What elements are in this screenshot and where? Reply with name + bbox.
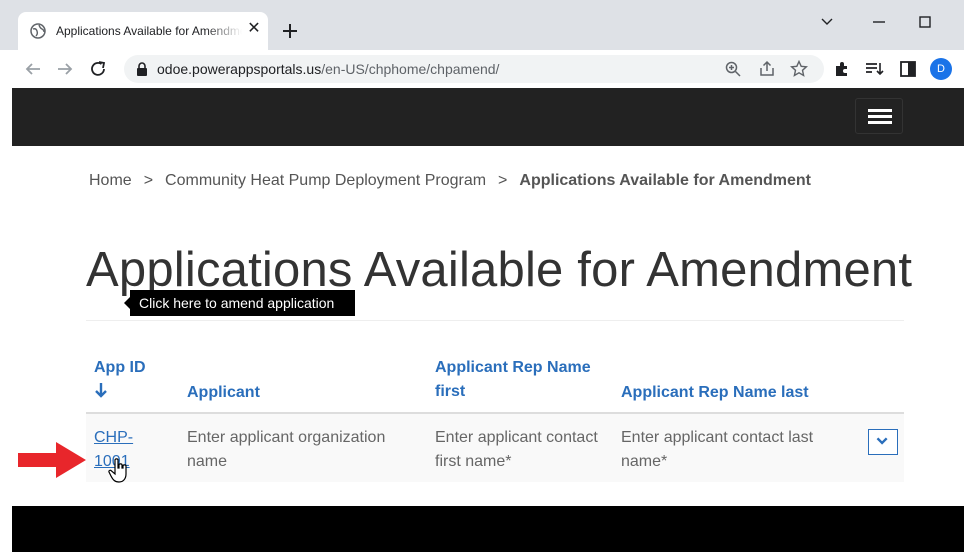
side-panel-icon[interactable] bbox=[898, 59, 918, 79]
breadcrumb: Home > Community Heat Pump Deployment Prog… bbox=[89, 172, 811, 190]
breadcrumb-home[interactable]: Home bbox=[89, 172, 132, 189]
column-header-app-id[interactable]: App ID bbox=[94, 356, 146, 399]
sort-down-icon[interactable] bbox=[94, 381, 108, 399]
row-actions-button[interactable] bbox=[868, 429, 898, 455]
rep-first-cell: Enter applicant contact first name* bbox=[435, 429, 598, 470]
url-text[interactable]: odoe.powerappsportals.us/en-US/chphome/c… bbox=[157, 61, 499, 77]
forward-icon[interactable] bbox=[54, 58, 76, 80]
main-content: Home > Community Heat Pump Deployment Prog… bbox=[12, 146, 964, 506]
reload-icon[interactable] bbox=[87, 58, 109, 80]
minimize-icon[interactable] bbox=[864, 10, 894, 34]
new-tab-icon[interactable] bbox=[278, 19, 302, 43]
browser-tab[interactable]: Applications Available for Amendment ✕ bbox=[18, 12, 268, 50]
maximize-icon[interactable] bbox=[910, 10, 940, 34]
chevron-down-icon bbox=[876, 437, 888, 445]
zoom-icon[interactable] bbox=[724, 60, 742, 78]
amend-tooltip: Click here to amend application bbox=[130, 290, 355, 316]
star-icon[interactable] bbox=[790, 60, 808, 78]
site-navbar bbox=[12, 88, 964, 146]
column-header-rep-last[interactable]: Applicant Rep Name last bbox=[621, 381, 809, 405]
hand-cursor-icon bbox=[108, 458, 127, 483]
back-icon[interactable] bbox=[22, 58, 44, 80]
tab-title: Applications Available for Amendment bbox=[56, 24, 242, 38]
chevron-down-icon[interactable] bbox=[812, 10, 842, 34]
browser-toolbar: odoe.powerappsportals.us/en-US/chphome/c… bbox=[0, 50, 964, 88]
globe-icon bbox=[30, 23, 46, 39]
breadcrumb-separator: > bbox=[143, 172, 154, 189]
address-bar[interactable]: odoe.powerappsportals.us/en-US/chphome/c… bbox=[124, 55, 824, 83]
extensions-icon[interactable] bbox=[832, 59, 852, 79]
profile-avatar[interactable]: D bbox=[930, 58, 952, 80]
app-id-header-label[interactable]: App ID bbox=[94, 359, 146, 376]
breadcrumb-program[interactable]: Community Heat Pump Deployment Program bbox=[165, 172, 486, 189]
reading-list-icon[interactable] bbox=[864, 59, 884, 79]
hamburger-icon bbox=[868, 109, 892, 112]
breadcrumb-current: Applications Available for Amendment bbox=[519, 172, 811, 189]
browser-chrome: Applications Available for Amendment ✕ o… bbox=[0, 0, 964, 88]
menu-toggle-button[interactable] bbox=[855, 98, 903, 134]
lock-icon[interactable] bbox=[136, 62, 148, 76]
applicant-cell: Enter applicant organization name bbox=[187, 429, 386, 470]
window-edge bbox=[0, 88, 12, 552]
close-icon[interactable]: ✕ bbox=[244, 19, 264, 39]
column-header-rep-first[interactable]: Applicant Rep Name first bbox=[435, 356, 615, 404]
column-header-applicant[interactable]: Applicant bbox=[187, 381, 260, 405]
page-footer bbox=[12, 506, 964, 552]
rep-last-cell: Enter applicant contact last name* bbox=[621, 429, 814, 470]
share-icon[interactable] bbox=[758, 60, 776, 78]
annotation-arrow-icon bbox=[18, 442, 86, 478]
table-row: CHP-1001 Enter applicant organization na… bbox=[86, 414, 904, 482]
title-divider bbox=[86, 320, 904, 321]
breadcrumb-separator: > bbox=[498, 172, 508, 189]
